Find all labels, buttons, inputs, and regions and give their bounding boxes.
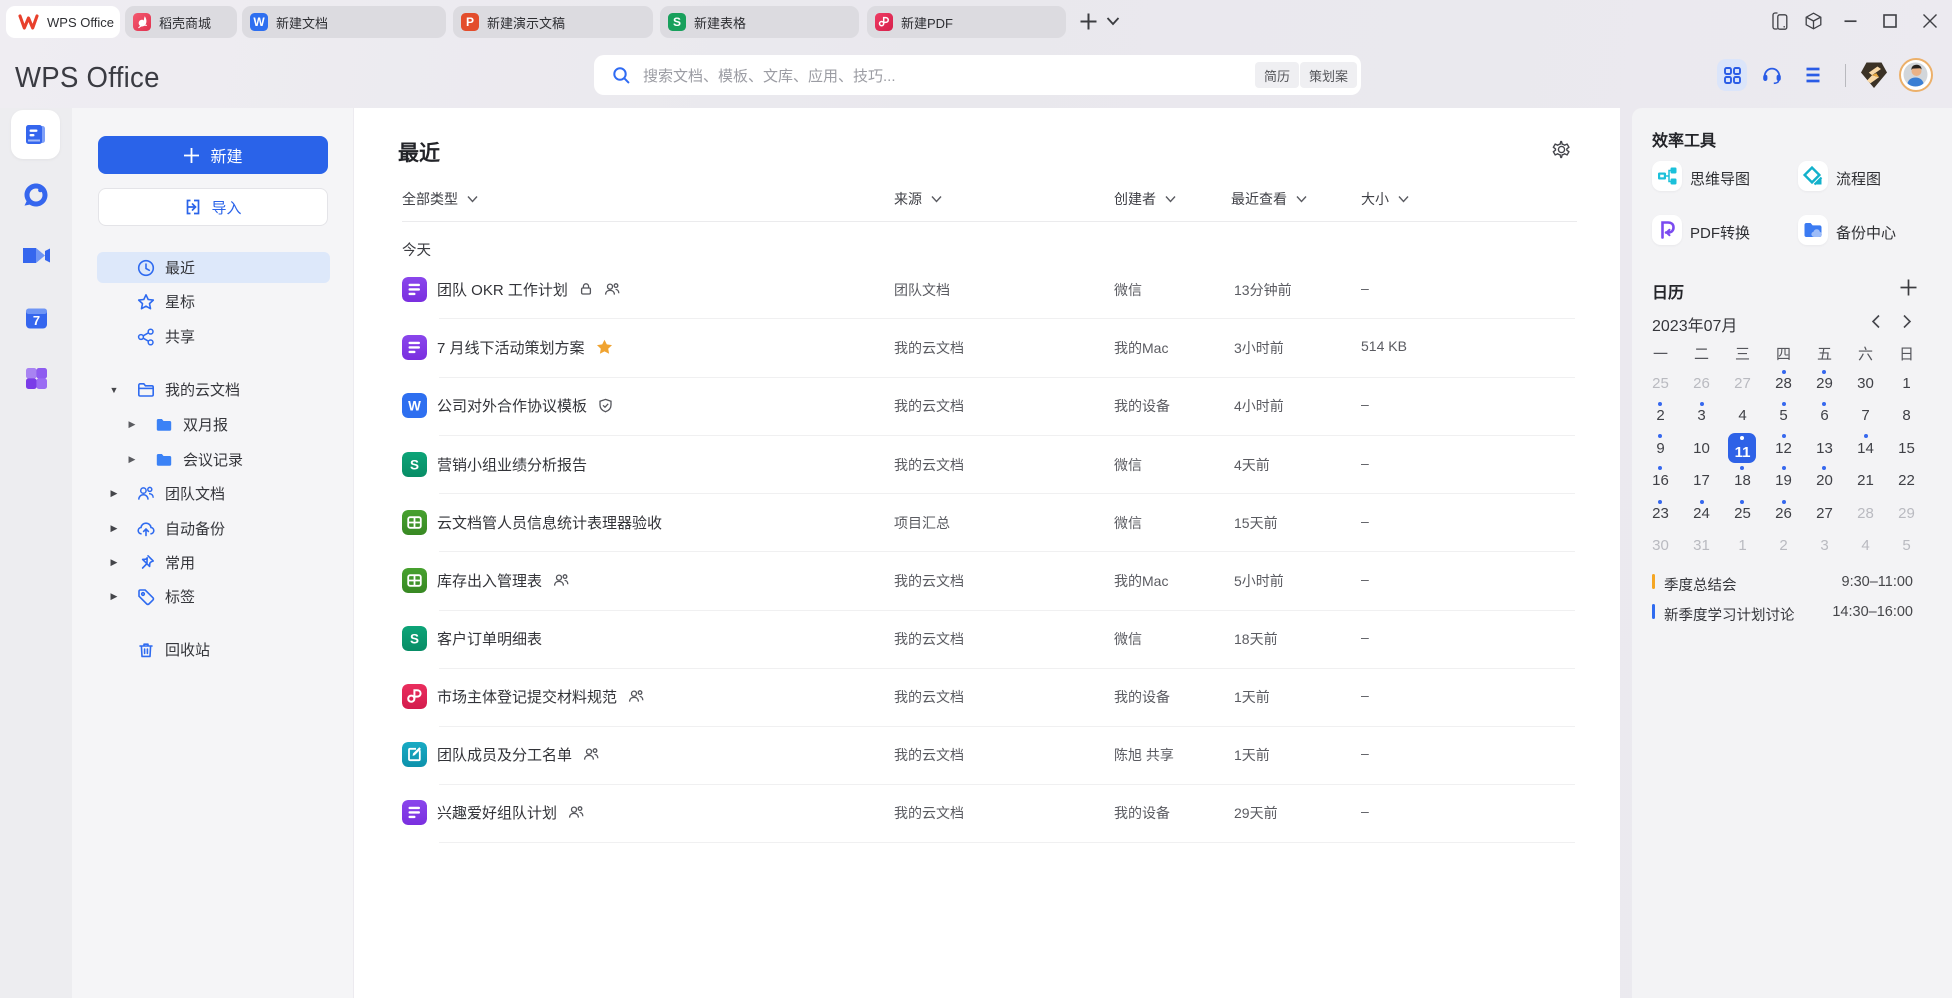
svg-text:W: W [408, 399, 421, 414]
svg-text:7: 7 [33, 313, 40, 328]
svg-text:S: S [410, 632, 419, 647]
svg-text:S: S [410, 458, 419, 473]
